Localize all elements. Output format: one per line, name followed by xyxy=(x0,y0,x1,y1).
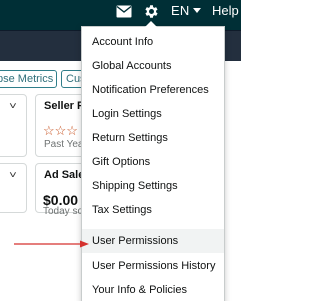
star-rating: ☆☆☆ xyxy=(43,123,78,138)
menu-item-login-settings[interactable]: Login Settings xyxy=(82,102,224,126)
collapse-metrics-button[interactable]: pse Metrics xyxy=(0,70,57,88)
menu-item-tax-settings[interactable]: Tax Settings xyxy=(82,198,224,222)
menu-item-gift-options[interactable]: Gift Options xyxy=(82,150,224,174)
settings-menu: Account Info Global Accounts Notificatio… xyxy=(81,26,225,301)
menu-item-shipping-settings[interactable]: Shipping Settings xyxy=(82,174,224,198)
caret-down-icon xyxy=(193,8,202,14)
language-label: EN xyxy=(171,3,190,18)
menu-item-your-info-policies[interactable]: Your Info & Policies xyxy=(82,278,224,301)
menu-pointer xyxy=(145,21,157,27)
menu-item-account-info[interactable]: Account Info xyxy=(82,30,224,54)
menu-item-user-permissions[interactable]: User Permissions xyxy=(82,229,224,253)
card-subtitle: Today so xyxy=(43,206,84,217)
menu-item-return-settings[interactable]: Return Settings xyxy=(82,126,224,150)
metric-card[interactable]: ˅ xyxy=(0,94,27,157)
gear-icon[interactable] xyxy=(143,3,160,20)
menu-item-user-permissions-history[interactable]: User Permissions History xyxy=(82,254,224,278)
mail-icon[interactable] xyxy=(116,5,132,18)
help-link[interactable]: Help xyxy=(212,3,239,18)
metric-card[interactable]: ˅ xyxy=(0,163,27,213)
menu-item-notification-preferences[interactable]: Notification Preferences xyxy=(82,78,224,102)
menu-item-global-accounts[interactable]: Global Accounts xyxy=(82,54,224,78)
arrow-annotation xyxy=(14,240,89,248)
chevron-down-icon[interactable]: ˅ xyxy=(9,170,17,181)
chevron-down-icon[interactable]: ˅ xyxy=(9,101,17,112)
language-selector[interactable]: EN xyxy=(171,3,202,18)
